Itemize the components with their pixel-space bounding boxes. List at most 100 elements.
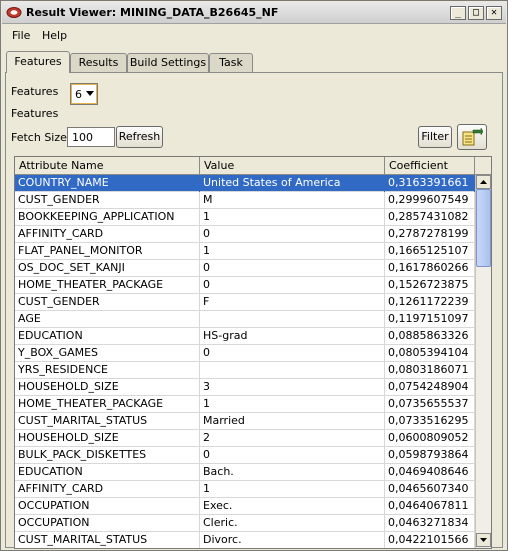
column-header-value[interactable]: Value [200, 157, 385, 175]
table-row[interactable]: CUST_MARITAL_STATUS Divorc. 0,0422101566 [15, 532, 475, 548]
maximize-button[interactable]: □ [468, 6, 484, 20]
chevron-down-icon [86, 91, 94, 96]
value-cell: Cleric. [200, 515, 385, 532]
scroll-thumb[interactable] [476, 189, 491, 267]
attribute-cell: YRS_RESIDENCE [15, 362, 200, 379]
features-count-dropdown[interactable]: 6 [70, 83, 98, 105]
table-row[interactable]: CUST_GENDER M 0,2999607549 [15, 192, 475, 209]
value-cell: 0 [200, 260, 385, 277]
coefficient-cell: 0,0805394104 [385, 345, 475, 362]
attribute-cell: CUST_GENDER [15, 294, 200, 311]
table-row[interactable]: CUST_MARITAL_STATUS Married 0,0733516295 [15, 413, 475, 430]
table-row[interactable]: AFFINITY_CARD 1 0,0465607340 [15, 481, 475, 498]
coefficient-cell: 0,0803186071 [385, 362, 475, 379]
attribute-cell: AGE [15, 311, 200, 328]
coefficient-cell: 0,3163391661 [385, 175, 475, 192]
attribute-cell: AFFINITY_CARD [15, 226, 200, 243]
tab-features[interactable]: Features [6, 51, 70, 73]
table-row[interactable]: HOUSEHOLD_SIZE 2 0,0600809052 [15, 430, 475, 447]
coefficient-cell: 0,1617860266 [385, 260, 475, 277]
table-row[interactable]: FLAT_PANEL_MONITOR 1 0,1665125107 [15, 243, 475, 260]
coefficient-cell: 0,1665125107 [385, 243, 475, 260]
attribute-cell: EDUCATION [15, 464, 200, 481]
export-button[interactable] [457, 124, 487, 150]
attribute-cell: HOME_THEATER_PACKAGE [15, 277, 200, 294]
arrow-down-icon [480, 538, 487, 542]
coefficient-cell: 0,1197151097 [385, 311, 475, 328]
menu-file[interactable]: File [12, 29, 30, 42]
value-cell [200, 311, 385, 328]
value-cell: 0 [200, 447, 385, 464]
fetch-size-value: 100 [72, 131, 93, 144]
coefficient-cell: 0,0469408646 [385, 464, 475, 481]
coefficient-cell: 0,0463271834 [385, 515, 475, 532]
scroll-down-button[interactable] [476, 533, 491, 547]
table-row[interactable]: BOOKKEEPING_APPLICATION 1 0,2857431082 [15, 209, 475, 226]
value-cell: 1 [200, 209, 385, 226]
coefficient-cell: 0,0885863326 [385, 328, 475, 345]
refresh-button[interactable]: Refresh [116, 126, 163, 148]
window-title: Result Viewer: MINING_DATA_B26645_NF [26, 6, 279, 19]
value-cell: Bach. [200, 464, 385, 481]
scroll-up-button[interactable] [476, 175, 491, 189]
minimize-icon: _ [454, 7, 462, 18]
results-table[interactable]: Attribute Name Value Coefficient COUNTRY… [14, 156, 492, 549]
menu-bar: File Help [2, 25, 506, 47]
vertical-scrollbar[interactable] [475, 175, 491, 548]
table-row[interactable]: EDUCATION Bach. 0,0469408646 [15, 464, 475, 481]
attribute-cell: HOUSEHOLD_SIZE [15, 379, 200, 396]
coefficient-cell: 0,0464067811 [385, 498, 475, 515]
attribute-cell: COUNTRY_NAME [15, 175, 200, 192]
close-icon: ✕ [490, 7, 498, 18]
attribute-cell: HOME_THEATER_PACKAGE [15, 396, 200, 413]
table-row[interactable]: BULK_PACK_DISKETTES 0 0,0598793864 [15, 447, 475, 464]
tab-strip: Features Results Build Settings Task [2, 51, 506, 73]
filter-button[interactable]: Filter [418, 126, 452, 148]
tab-task[interactable]: Task [209, 53, 253, 73]
coefficient-cell: 0,2999607549 [385, 192, 475, 209]
coefficient-cell: 0,0754248904 [385, 379, 475, 396]
value-cell: Exec. [200, 498, 385, 515]
arrow-up-icon [480, 180, 487, 184]
table-row[interactable]: AFFINITY_CARD 0 0,2787278199 [15, 226, 475, 243]
value-cell: M [200, 192, 385, 209]
coefficient-cell: 0,0422101566 [385, 532, 475, 548]
attribute-cell: BULK_PACK_DISKETTES [15, 447, 200, 464]
close-button[interactable]: ✕ [486, 6, 502, 20]
coefficient-cell: 0,2787278199 [385, 226, 475, 243]
tab-build-settings[interactable]: Build Settings [127, 53, 209, 73]
oracle-logo-icon [6, 6, 22, 19]
tab-results[interactable]: Results [70, 53, 127, 73]
minimize-button[interactable]: _ [450, 6, 466, 20]
menu-help[interactable]: Help [42, 29, 67, 42]
value-cell: HS-grad [200, 328, 385, 345]
fetch-size-input[interactable]: 100 [67, 127, 115, 147]
column-header-coefficient[interactable]: Coefficient [385, 157, 475, 175]
attribute-cell: CUST_MARITAL_STATUS [15, 532, 200, 548]
result-viewer-window: Result Viewer: MINING_DATA_B26645_NF _ □… [0, 0, 508, 551]
attribute-cell: EDUCATION [15, 328, 200, 345]
attribute-cell: HOUSEHOLD_SIZE [15, 430, 200, 447]
table-row[interactable]: YRS_RESIDENCE 0,0803186071 [15, 362, 475, 379]
table-row[interactable]: EDUCATION HS-grad 0,0885863326 [15, 328, 475, 345]
table-row[interactable]: OS_DOC_SET_KANJI 0 0,1617860266 [15, 260, 475, 277]
table-row[interactable]: COUNTRY_NAME United States of America 0,31… [15, 175, 475, 192]
table-row[interactable]: HOME_THEATER_PACKAGE 1 0,0735655537 [15, 396, 475, 413]
title-bar[interactable]: Result Viewer: MINING_DATA_B26645_NF _ □… [2, 2, 506, 24]
value-cell: 1 [200, 396, 385, 413]
table-row[interactable]: HOUSEHOLD_SIZE 3 0,0754248904 [15, 379, 475, 396]
value-cell: 2 [200, 430, 385, 447]
table-row[interactable]: Y_BOX_GAMES 0 0,0805394104 [15, 345, 475, 362]
features-panel: Features 6 Features Fetch Size: 100 Refr… [5, 72, 503, 549]
table-row[interactable]: OCCUPATION Cleric. 0,0463271834 [15, 515, 475, 532]
coefficient-cell: 0,0600809052 [385, 430, 475, 447]
table-row[interactable]: OCCUPATION Exec. 0,0464067811 [15, 498, 475, 515]
column-header-attribute-name[interactable]: Attribute Name [15, 157, 200, 175]
coefficient-cell: 0,1261172239 [385, 294, 475, 311]
table-row[interactable]: CUST_GENDER F 0,1261172239 [15, 294, 475, 311]
value-cell: Married [200, 413, 385, 430]
value-cell [200, 362, 385, 379]
table-row[interactable]: AGE 0,1197151097 [15, 311, 475, 328]
table-row[interactable]: HOME_THEATER_PACKAGE 0 0,1526723875 [15, 277, 475, 294]
value-cell: 0 [200, 277, 385, 294]
